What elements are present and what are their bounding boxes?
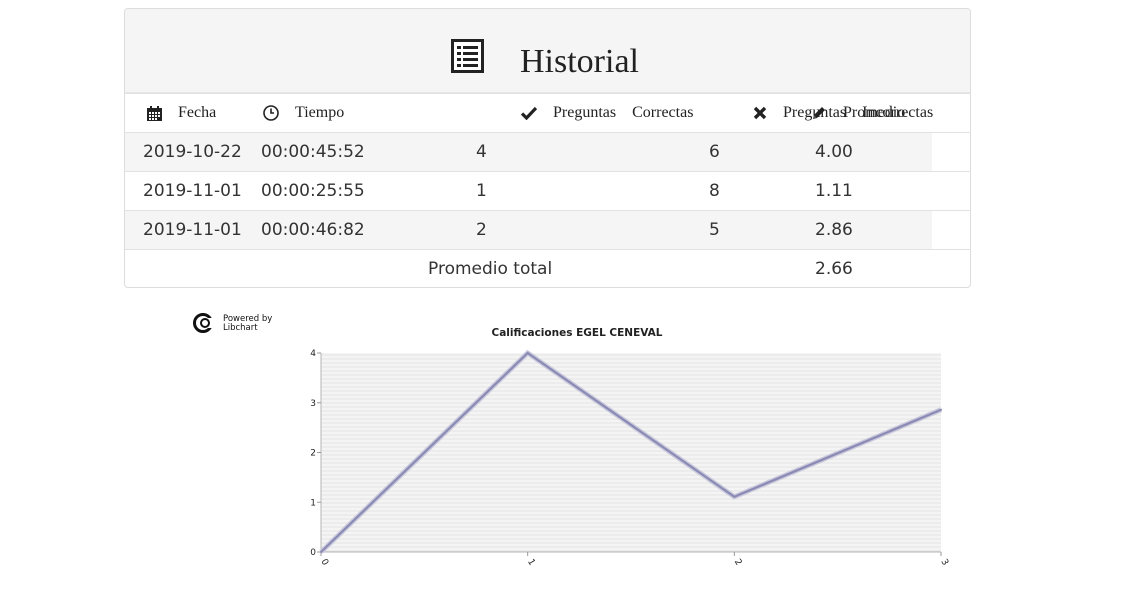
- plot-area: 0 1 2 3 4 0 1 2 3: [310, 349, 950, 568]
- y-tick-label: 3: [310, 399, 316, 409]
- page-title: Historial: [520, 43, 639, 80]
- cell-tiempo: 00:00:45:52: [243, 132, 393, 172]
- y-tick-label: 2: [310, 449, 316, 459]
- history-table: Fecha Tiempo Preguntas Correctas Pregunt…: [125, 93, 970, 287]
- cell-correctas: 2: [393, 210, 623, 250]
- cell-tiempo: 00:00:25:55: [243, 171, 393, 211]
- cell-fecha: 2019-11-01: [125, 171, 243, 211]
- col-tiempo: Tiempo: [243, 93, 393, 133]
- table-row: 2019-11-01 00:00:46:82 2 5 2.86: [125, 210, 970, 250]
- list-icon: [451, 39, 484, 73]
- cell-fecha: 2019-11-01: [125, 210, 243, 250]
- col-correctas: Preguntas Correctas: [393, 93, 693, 133]
- total-value: 2.66: [815, 249, 932, 287]
- line-chart: Powered by Libchart Calificaciones EGEL …: [193, 313, 950, 568]
- table-header-row: Fecha Tiempo Preguntas Correctas Pregunt…: [125, 93, 970, 133]
- x-tick-label: 0: [318, 558, 330, 568]
- chart-title: Calificaciones EGEL CENEVAL: [492, 327, 663, 339]
- cell-promedio: 1.11: [815, 171, 932, 211]
- cell-promedio: 4.00: [815, 132, 932, 172]
- x-tick-label: 1: [525, 558, 537, 568]
- x-tick-label: 2: [732, 558, 744, 568]
- calendar-icon: [147, 105, 162, 121]
- x-tick-label: 3: [938, 558, 950, 568]
- table-footer-row: Promedio total 2.66: [125, 249, 970, 287]
- data-point: [320, 551, 322, 553]
- cell-tiempo: 00:00:46:82: [243, 210, 393, 250]
- pencil-icon: [813, 107, 825, 120]
- history-panel: Historial Fecha Tiempo Preguntas Correct…: [124, 8, 971, 288]
- y-tick-label: 4: [310, 349, 316, 359]
- cell-fecha: 2019-10-22: [125, 132, 243, 172]
- table-row: 2019-10-22 00:00:45:52 4 6 4.00: [125, 132, 970, 172]
- cell-promedio: 2.86: [815, 210, 932, 250]
- y-tick-label: 1: [310, 498, 316, 508]
- table-row: 2019-11-01 00:00:25:55 1 8 1.11: [125, 171, 970, 211]
- panel-header: Historial: [125, 9, 970, 93]
- col-fecha: Fecha: [125, 93, 243, 133]
- col-label: Promedio: [843, 104, 906, 121]
- col-label: Fecha: [178, 104, 217, 121]
- cell-correctas: 1: [393, 171, 623, 211]
- total-label: Promedio total: [125, 249, 623, 287]
- col-promedio: Promedio: [811, 93, 928, 133]
- logo-line2: Libchart: [223, 323, 258, 333]
- data-point: [526, 352, 529, 354]
- y-tick-label: 0: [310, 548, 316, 558]
- checkmark-icon: [521, 107, 537, 121]
- cell-correctas: 4: [393, 132, 623, 172]
- col-label: Preguntas: [553, 104, 617, 121]
- clock-icon: [263, 105, 279, 122]
- x-icon: [753, 107, 767, 120]
- data-point: [940, 408, 942, 411]
- col-label: Tiempo: [295, 104, 345, 121]
- data-point: [733, 495, 736, 498]
- libchart-logo: Powered by Libchart: [193, 313, 272, 333]
